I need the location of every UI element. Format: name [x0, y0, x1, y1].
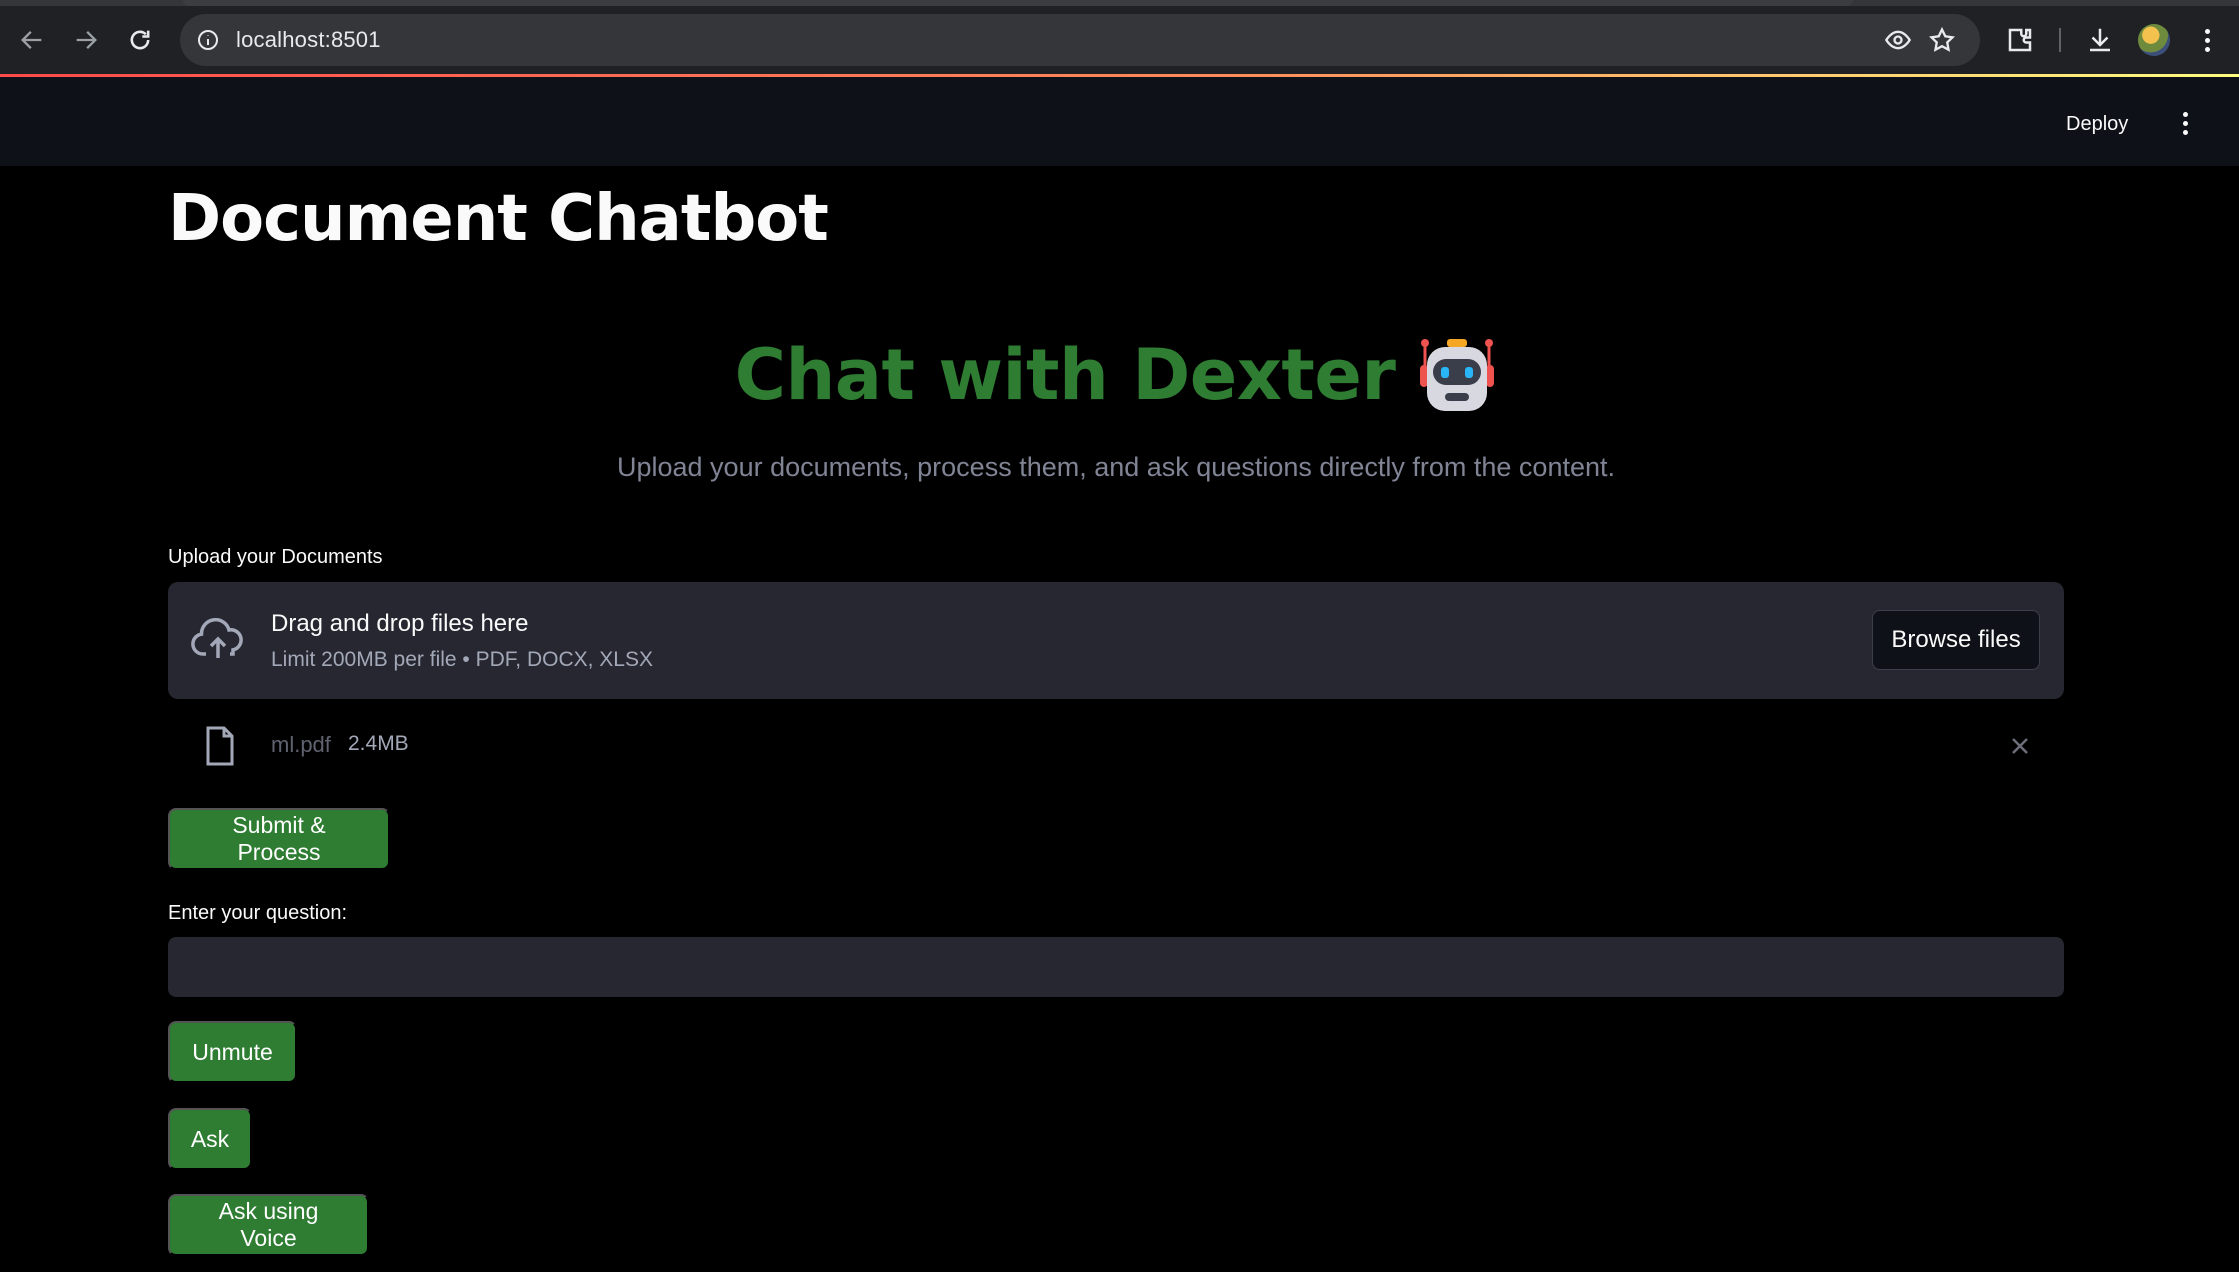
- ask-button[interactable]: Ask: [168, 1108, 252, 1170]
- hero-title: Chat with Dexter: [734, 334, 1396, 416]
- hero: Chat with Dexter: [168, 334, 2064, 416]
- file-name: ml.pdf: [271, 732, 331, 757]
- toolbar-separator: [2059, 28, 2061, 52]
- upload-label: Upload your Documents: [168, 546, 383, 568]
- bookmark-star-icon[interactable]: [1926, 24, 1958, 56]
- cloud-upload-icon: [191, 618, 243, 658]
- address-bar[interactable]: localhost:8501: [180, 14, 1980, 66]
- remove-file-icon[interactable]: [2006, 732, 2034, 760]
- download-icon[interactable]: [2080, 20, 2120, 60]
- dropzone-instructions: Drag and drop files here: [271, 610, 529, 637]
- reload-icon[interactable]: [120, 20, 160, 60]
- browse-files-button[interactable]: Browse files: [1872, 610, 2040, 670]
- file-size: 2.4MB: [348, 732, 409, 755]
- file-dropzone[interactable]: Drag and drop files here Limit 200MB per…: [168, 582, 2064, 699]
- robot-icon: [1420, 339, 1495, 411]
- forward-icon[interactable]: [66, 20, 106, 60]
- question-label: Enter your question:: [168, 902, 347, 924]
- dropzone-limit: Limit 200MB per file • PDF, DOCX, XLSX: [271, 648, 653, 671]
- unmute-button[interactable]: Unmute: [168, 1021, 297, 1083]
- site-info-icon[interactable]: [194, 26, 222, 54]
- app-menu-icon[interactable]: [2170, 105, 2200, 141]
- submit-process-button[interactable]: Submit & Process: [168, 808, 390, 870]
- file-icon: [206, 726, 234, 766]
- browser-menu-icon[interactable]: [2192, 22, 2222, 58]
- hero-subtitle: Upload your documents, process them, and…: [616, 452, 1615, 482]
- back-icon[interactable]: [12, 20, 52, 60]
- browser-toolbar: localhost:8501: [0, 0, 2239, 76]
- tab-strip: [0, 0, 2239, 6]
- url-text[interactable]: localhost:8501: [236, 27, 381, 53]
- eye-icon[interactable]: [1882, 24, 1914, 56]
- extensions-icon[interactable]: [2000, 20, 2040, 60]
- profile-avatar[interactable]: [2138, 24, 2170, 56]
- question-input[interactable]: [168, 937, 2064, 997]
- deploy-button[interactable]: Deploy: [2066, 113, 2128, 136]
- page-title: Document Chatbot: [168, 182, 829, 256]
- app-header: Deploy: [0, 77, 2239, 166]
- ask-voice-button[interactable]: Ask using Voice: [168, 1194, 369, 1256]
- uploaded-file-row: ml.pdf 2.4MB: [168, 718, 2064, 774]
